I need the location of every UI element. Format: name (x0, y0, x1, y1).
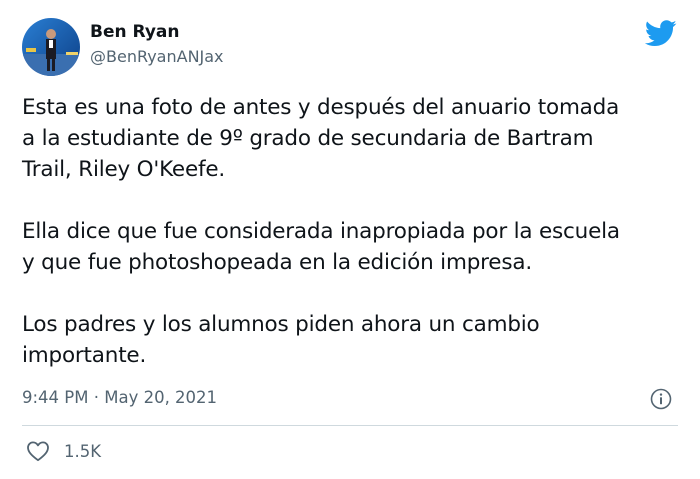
twitter-bird-icon[interactable] (644, 20, 677, 47)
avatar-photo (22, 18, 80, 76)
tweet-timestamp[interactable]: 9:44 PM · May 20, 2021 (22, 388, 217, 407)
tweet-paragraph: Ella dice que fue considerada inapropiad… (22, 219, 620, 275)
heart-icon (27, 441, 49, 462)
author-handle[interactable]: @BenRyanANJax (90, 47, 224, 66)
tweet-card: Ben Ryan @BenRyanANJax Esta es una foto … (0, 0, 700, 479)
tweet-paragraph: Los padres y los alumnos piden ahora un … (22, 312, 540, 368)
avatar[interactable] (22, 18, 80, 76)
tweet-text: Esta es una foto de antes y después del … (22, 92, 687, 402)
info-icon[interactable] (650, 388, 672, 410)
tweet-paragraph: Esta es una foto de antes y después del … (22, 95, 620, 182)
divider (22, 425, 678, 426)
like-count: 1.5K (64, 441, 102, 461)
author-name[interactable]: Ben Ryan (90, 22, 180, 42)
like-button[interactable]: 1.5K (26, 440, 101, 462)
